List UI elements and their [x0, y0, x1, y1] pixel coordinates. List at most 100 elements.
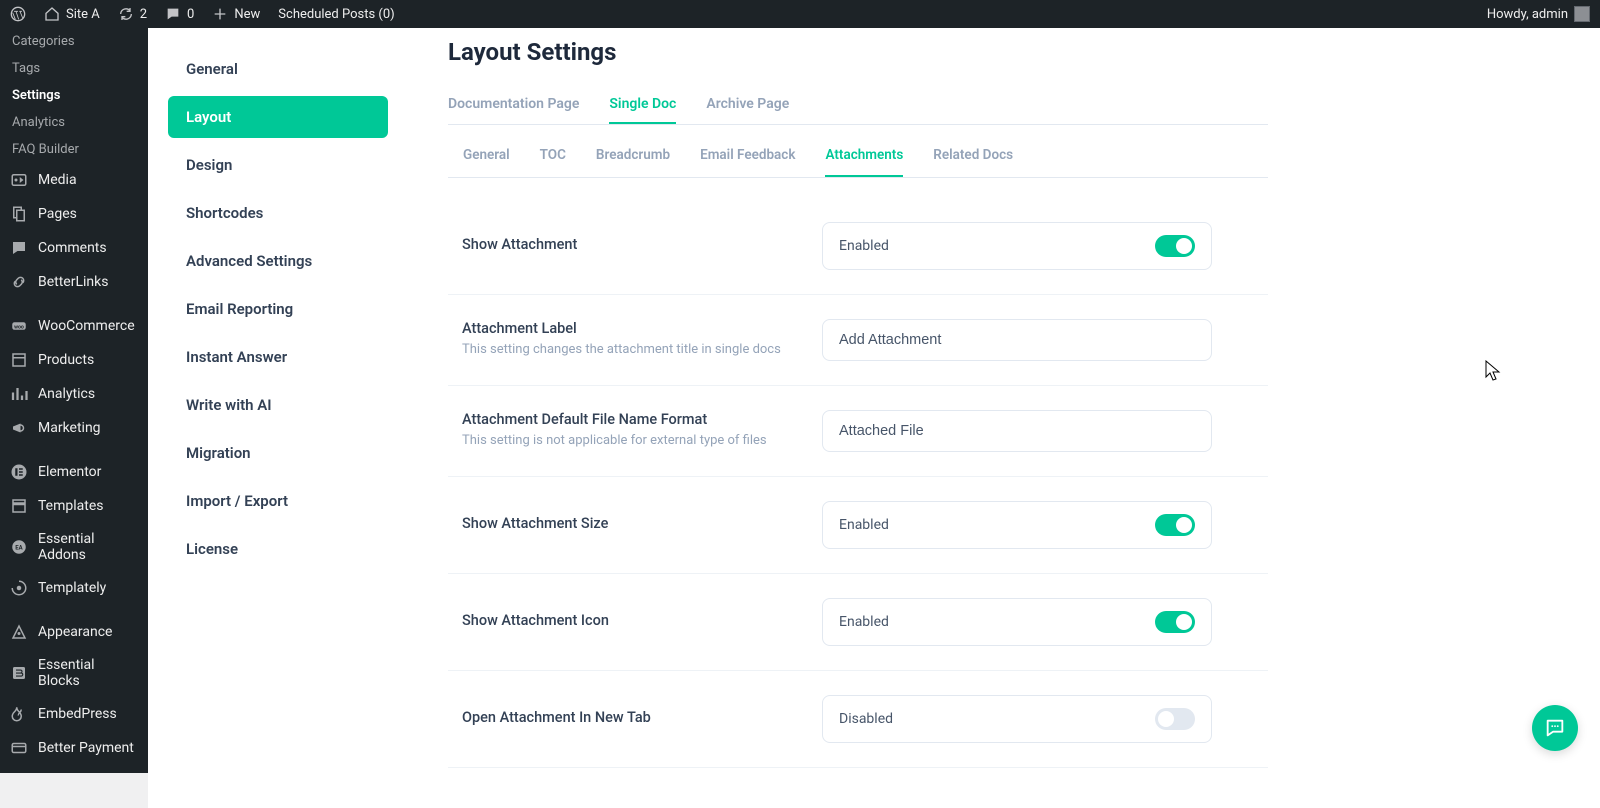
comments-icon	[10, 239, 28, 257]
toggle-switch[interactable]	[1155, 708, 1195, 730]
tab-archive-page[interactable]: Archive Page	[706, 86, 789, 124]
subtab-breadcrumb[interactable]: Breadcrumb	[596, 135, 670, 177]
toggle-switch[interactable]	[1155, 611, 1195, 633]
wp-sidebar-item-label: BetterLinks	[38, 274, 108, 290]
wp-sidebar-item-appearance[interactable]: Appearance	[0, 615, 148, 649]
tabs-primary: Documentation Page Single Doc Archive Page	[448, 86, 1268, 125]
subtab-email-feedback[interactable]: Email Feedback	[700, 135, 795, 177]
setting-left: Show Attachment Icon	[462, 612, 792, 633]
subtab-attachments[interactable]: Attachments	[825, 135, 903, 177]
wp-sidebar-sub-item[interactable]: Settings	[0, 82, 148, 109]
attachment-label-input[interactable]	[822, 319, 1212, 361]
settings-nav-item-shortcodes[interactable]: Shortcodes	[168, 192, 388, 234]
wp-sidebar-item-better-payment[interactable]: Better Payment	[0, 731, 148, 765]
admin-bar-scheduled-label: Scheduled Posts (0)	[278, 7, 394, 22]
eb-icon	[10, 664, 28, 682]
settings-list: Show Attachment Enabled Attachment LabelTh…	[448, 198, 1268, 768]
wp-sidebar-item-betterlinks[interactable]: BetterLinks	[0, 265, 148, 299]
wp-sidebar-item-templately[interactable]: Templately	[0, 571, 148, 605]
wp-sidebar-item-label: Analytics	[38, 386, 95, 402]
media-icon	[10, 171, 28, 189]
svg-text:EA: EA	[15, 544, 23, 551]
subtab-general[interactable]: General	[463, 135, 510, 177]
settings-nav-item-general[interactable]: General	[168, 48, 388, 90]
plus-icon	[212, 6, 228, 22]
wp-sidebar-item-label: Templates	[38, 498, 104, 514]
wp-sidebar-item-embedpress[interactable]: EmbedPress	[0, 697, 148, 731]
admin-bar-comments[interactable]: 0	[165, 6, 194, 22]
subtab-related-docs[interactable]: Related Docs	[933, 135, 1013, 177]
elementor-icon	[10, 463, 28, 481]
setting-left: Show Attachment Size	[462, 515, 792, 536]
admin-bar-account[interactable]: Howdy, admin	[1487, 6, 1590, 22]
wp-sidebar-item-templates[interactable]: Templates	[0, 489, 148, 523]
tab-single-doc[interactable]: Single Doc	[609, 86, 676, 124]
wp-sidebar-item-label: WooCommerce	[38, 318, 135, 334]
settings-nav-item-email-reporting[interactable]: Email Reporting	[168, 288, 388, 330]
setting-left: Show Attachment	[462, 236, 792, 257]
settings-nav-label: Advanced Settings	[186, 252, 312, 270]
wp-sidebar-item-elementor[interactable]: Elementor	[0, 455, 148, 489]
toggle-state-label: Disabled	[839, 711, 893, 727]
wp-sidebar-item-marketing[interactable]: Marketing	[0, 411, 148, 445]
settings-nav-item-license[interactable]: License	[168, 528, 388, 570]
wp-sidebar-item-label: Better Payment	[38, 740, 134, 756]
wp-sidebar-item-woocommerce[interactable]: wooWooCommerce	[0, 309, 148, 343]
admin-bar-site[interactable]: Site A	[44, 6, 100, 22]
settings-nav-item-import-export[interactable]: Import / Export	[168, 480, 388, 522]
wp-sidebar-item-plugins[interactable]: Plugins2	[0, 765, 148, 773]
settings-nav-item-layout[interactable]: Layout	[168, 96, 388, 138]
wp-sidebar-item-analytics[interactable]: Analytics	[0, 377, 148, 411]
admin-bar-howdy-label: Howdy, admin	[1487, 7, 1568, 22]
wp-sidebar-item-label: Templately	[38, 580, 106, 596]
wordpress-icon	[10, 6, 26, 22]
admin-bar-scheduled[interactable]: Scheduled Posts (0)	[278, 7, 394, 22]
admin-bar-logo[interactable]	[10, 6, 26, 22]
admin-bar-comments-count: 0	[187, 7, 194, 22]
chat-fab[interactable]	[1532, 705, 1578, 751]
settings-nav-item-instant-answer[interactable]: Instant Answer	[168, 336, 388, 378]
setting-left: Open Attachment In New Tab	[462, 709, 792, 730]
wp-sidebar-item-products[interactable]: Products	[0, 343, 148, 377]
setting-row-show-attachment-icon: Show Attachment IconEnabled	[448, 574, 1268, 671]
wp-sidebar-item-comments[interactable]: Comments	[0, 231, 148, 265]
attachment-default-name-input[interactable]	[822, 410, 1212, 452]
toggle-box: Enabled	[822, 501, 1212, 549]
wp-sidebar-sub-item[interactable]: Categories	[0, 28, 148, 55]
setting-control: Enabled	[822, 222, 1254, 270]
admin-bar-site-label: Site A	[66, 7, 100, 22]
admin-bar-new[interactable]: New	[212, 6, 260, 22]
refresh-icon	[118, 6, 134, 22]
subtab-toc[interactable]: TOC	[540, 135, 566, 177]
settings-nav-item-advanced-settings[interactable]: Advanced Settings	[168, 240, 388, 282]
settings-nav-label: Design	[186, 156, 232, 174]
settings-nav-item-design[interactable]: Design	[168, 144, 388, 186]
wp-sidebar-item-essential-addons[interactable]: EAEssential Addons	[0, 523, 148, 571]
settings-nav-item-write-with-ai[interactable]: Write with AI	[168, 384, 388, 426]
embed-icon	[10, 705, 28, 723]
toggle-switch[interactable]	[1155, 514, 1195, 536]
settings-nav-item-migration[interactable]: Migration	[168, 432, 388, 474]
setting-left: Attachment LabelThis setting changes the…	[462, 320, 792, 360]
wp-sidebar-sub-item[interactable]: Analytics	[0, 109, 148, 136]
home-icon	[44, 6, 60, 22]
wp-sidebar-item-pages[interactable]: Pages	[0, 197, 148, 231]
toggle-state-label: Enabled	[839, 238, 889, 254]
admin-bar-updates[interactable]: 2	[118, 6, 147, 22]
wp-sidebar-sub-label: Analytics	[12, 115, 65, 130]
comment-icon	[165, 6, 181, 22]
subtab-label: General	[463, 147, 510, 163]
wp-sidebar: CategoriesTagsSettings Analytics FAQ Build…	[0, 28, 148, 773]
marketing-icon	[10, 419, 28, 437]
toggle-switch[interactable]	[1155, 235, 1195, 257]
pages-icon	[10, 205, 28, 223]
wp-sidebar-item-essential-blocks[interactable]: Essential Blocks	[0, 649, 148, 697]
tab-documentation-page[interactable]: Documentation Page	[448, 86, 579, 124]
wp-sidebar-item-label: Appearance	[38, 624, 112, 640]
wp-sidebar-item-media[interactable]: Media	[0, 163, 148, 197]
wp-sidebar-sub-item[interactable]: FAQ Builder	[0, 136, 148, 163]
subtab-label: Related Docs	[933, 147, 1013, 163]
settings-nav-label: License	[186, 540, 238, 558]
wp-sidebar-sub-item[interactable]: Tags	[0, 55, 148, 82]
page-title: Layout Settings	[448, 38, 1268, 66]
